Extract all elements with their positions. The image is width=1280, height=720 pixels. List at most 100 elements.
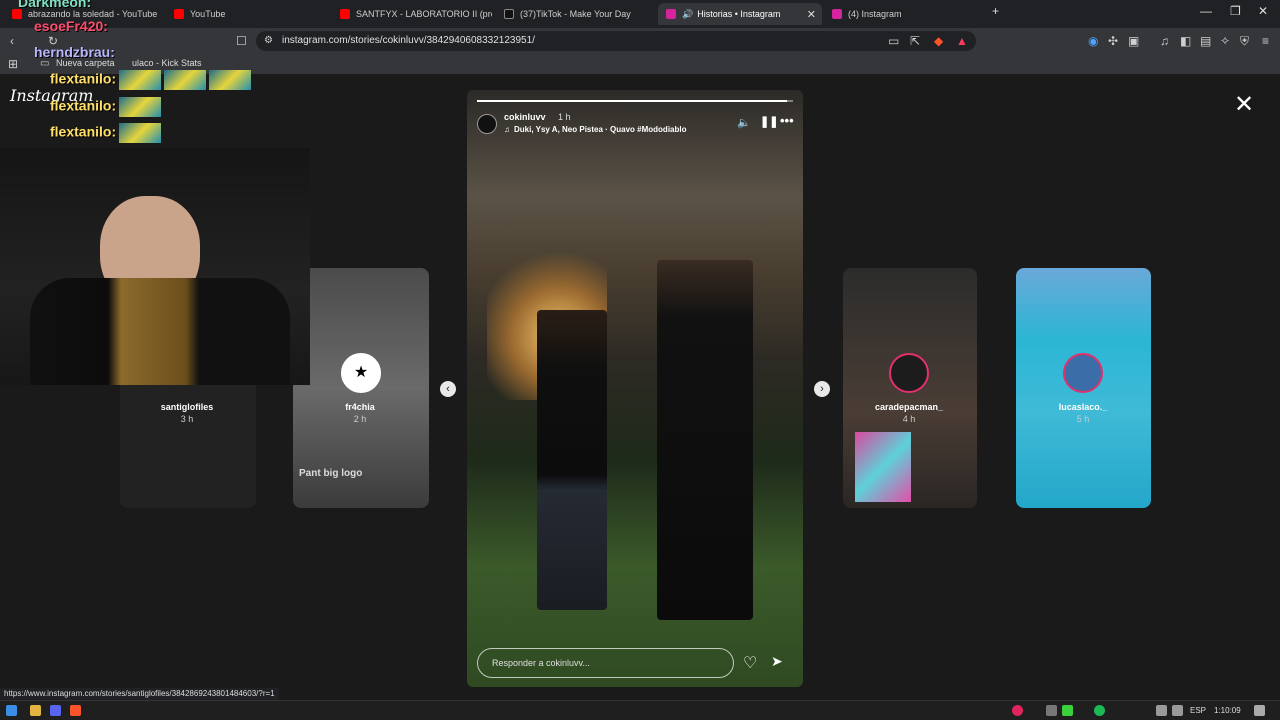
- story-thumbnail: [855, 432, 911, 502]
- chat-message: flextanilo:: [50, 97, 162, 117]
- menu-icon[interactable]: ≡: [1262, 34, 1269, 48]
- close-tab-icon[interactable]: ✕: [807, 8, 816, 21]
- tab-instagram-stories[interactable]: 🔊 Historias • Instagram ✕: [658, 3, 822, 25]
- clock[interactable]: 1:10:09: [1214, 706, 1241, 715]
- site-info-icon[interactable]: ⚙: [264, 34, 273, 48]
- tab-tiktok[interactable]: (37)TikTok - Make Your Day: [496, 3, 656, 25]
- tray-app-icon[interactable]: [1046, 705, 1057, 716]
- webcam-overlay: [0, 148, 310, 385]
- emote-icon: [119, 123, 162, 143]
- reply-input[interactable]: [477, 648, 734, 678]
- youtube-icon: [174, 9, 184, 19]
- story-username: santiglofiles: [160, 402, 214, 412]
- pause-icon[interactable]: ❚❚: [760, 115, 778, 128]
- network-icon[interactable]: [1156, 705, 1167, 716]
- address-bar-row: ‹ ↻ ☐ ⚙ instagram.com/stories/cokinluvv/…: [0, 28, 1280, 54]
- avatar: [889, 353, 929, 393]
- vpn-icon[interactable]: ⛨: [1240, 34, 1249, 48]
- browser-tab-bar: abrazando la soledad - YouTube YouTube S…: [0, 0, 1280, 28]
- story-header: cokinluvv 1 h ♫ Duki, Ysy A, Neo Pistea …: [477, 112, 794, 142]
- wallet-icon[interactable]: ▤: [1200, 34, 1211, 48]
- person-left: [537, 310, 607, 610]
- instagram-icon: [832, 9, 842, 19]
- restore-icon[interactable]: ❐: [1230, 4, 1241, 18]
- send-icon[interactable]: ➤: [771, 653, 783, 670]
- emote-icon: [119, 70, 162, 90]
- music-note-icon: ♫: [504, 125, 510, 134]
- emote-icon: [164, 70, 207, 90]
- music-icon[interactable]: ♫: [1160, 34, 1169, 48]
- story-music-info[interactable]: Duki, Ysy A, Neo Pistea · Quavo #Mododia…: [514, 125, 686, 134]
- youtube-icon: [340, 9, 350, 19]
- chat-username: Darkmeon:: [18, 0, 92, 10]
- tray-app-icon[interactable]: [1012, 705, 1023, 716]
- story-username[interactable]: cokinluvv: [504, 112, 546, 122]
- sidebar-icon[interactable]: ◧: [1180, 34, 1191, 48]
- avatar: [1063, 353, 1103, 393]
- close-window-icon[interactable]: ✕: [1258, 4, 1268, 18]
- prev-story-icon[interactable]: ‹: [440, 381, 456, 397]
- minimize-icon[interactable]: —: [1200, 4, 1212, 18]
- story-progress-bar: [477, 100, 793, 102]
- brave-browser-icon[interactable]: [70, 705, 81, 716]
- leo-ai-icon[interactable]: ✧: [1220, 34, 1230, 48]
- apps-icon[interactable]: ⊞: [8, 57, 18, 71]
- story-time: 5 h: [1076, 414, 1090, 424]
- cast-icon[interactable]: ▭: [888, 34, 899, 48]
- avatar: ★: [341, 353, 381, 393]
- streamer-body: [30, 278, 290, 385]
- tray-app-icon[interactable]: [1062, 705, 1073, 716]
- next-story-icon[interactable]: ›: [814, 381, 830, 397]
- chat-username: herndzbrau:: [34, 44, 115, 60]
- file-explorer-icon[interactable]: [30, 705, 41, 716]
- brave-rewards-icon[interactable]: ▲: [956, 34, 968, 48]
- windows-start-icon[interactable]: [6, 705, 17, 716]
- spotify-icon[interactable]: [1094, 705, 1105, 716]
- language-indicator[interactable]: ESP: [1190, 706, 1206, 715]
- bookmark-icon[interactable]: ☐: [236, 34, 247, 48]
- person-right: [657, 260, 753, 620]
- volume-icon[interactable]: 🔈: [737, 116, 751, 129]
- audio-icon[interactable]: ◉: [1088, 34, 1098, 48]
- emote-icon: [209, 70, 252, 90]
- story-progress-fill: [477, 100, 787, 102]
- story-username: fr4chia: [345, 402, 375, 412]
- instagram-icon: [666, 9, 676, 19]
- chat-message: flextanilo:: [50, 123, 162, 143]
- heart-icon[interactable]: ♡: [743, 653, 757, 673]
- tab-youtube-3[interactable]: SANTFYX - LABORATORIO II (prod.qu: [332, 3, 492, 25]
- screenshot-icon[interactable]: ▣: [1128, 34, 1139, 48]
- story-time: 2 h: [353, 414, 367, 424]
- avatar[interactable]: [477, 114, 497, 134]
- notifications-icon[interactable]: [1254, 705, 1265, 716]
- chat-message: flextanilo:: [50, 70, 252, 90]
- discord-icon[interactable]: [50, 705, 61, 716]
- active-story[interactable]: cokinluvv 1 h ♫ Duki, Ysy A, Neo Pistea …: [467, 90, 803, 687]
- story-time: 3 h: [180, 414, 194, 424]
- story-overlay-text: Pant big logo: [299, 468, 363, 479]
- chat-username: esoeFr420:: [34, 18, 108, 34]
- new-tab-icon[interactable]: +: [992, 4, 999, 18]
- close-icon[interactable]: ✕: [1234, 90, 1254, 119]
- emote-icon: [119, 97, 162, 117]
- url-input[interactable]: ⚙ instagram.com/stories/cokinluvv/384294…: [256, 31, 976, 51]
- tab-instagram[interactable]: (4) Instagram: [824, 3, 984, 25]
- brave-shield-icon[interactable]: ◆: [934, 34, 943, 48]
- status-bar-url: https://www.instagram.com/stories/santig…: [0, 688, 279, 700]
- story-time: 4 h: [902, 414, 916, 424]
- star-logo-icon: ★: [353, 364, 369, 381]
- tab-youtube-2[interactable]: YouTube: [166, 3, 330, 25]
- bookmark-kick-stats[interactable]: ulaco - Kick Stats: [132, 58, 202, 68]
- back-icon[interactable]: ‹: [10, 34, 14, 48]
- share-icon[interactable]: ⇱: [910, 34, 920, 48]
- extensions-icon[interactable]: ✣: [1108, 34, 1118, 48]
- more-options-icon[interactable]: •••: [780, 113, 794, 128]
- volume-tray-icon[interactable]: [1172, 705, 1183, 716]
- tiktok-icon: [504, 9, 514, 19]
- story-username: caradepacman_: [874, 402, 944, 412]
- story-username: lucaslaco._: [1058, 402, 1108, 412]
- story-time: 1 h: [558, 112, 571, 122]
- taskbar: ESP 1:10:09: [0, 700, 1280, 720]
- youtube-icon: [12, 9, 22, 19]
- speaker-icon: 🔊: [682, 8, 694, 19]
